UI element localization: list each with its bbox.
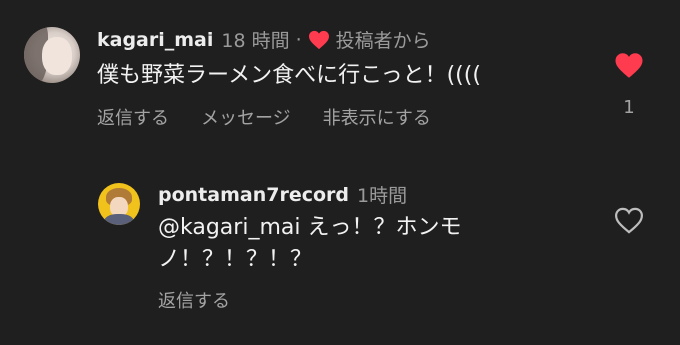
author-liked-label: 投稿者から: [335, 30, 431, 52]
like-control: [612, 207, 646, 234]
comment-text: @kagari_mai えっ！？ホンモノ！？！？！？: [158, 215, 462, 272]
comment-meta: kagari_mai 18 時間 · 投稿者から: [97, 26, 431, 53]
reply-button[interactable]: 返信する: [158, 287, 230, 313]
reply-button[interactable]: 返信する: [97, 104, 169, 130]
like-count: 1: [623, 97, 635, 118]
heart-icon: [308, 30, 329, 49]
heart-outline-icon[interactable]: [614, 207, 644, 234]
heart-filled-icon[interactable]: [614, 52, 644, 79]
hide-button[interactable]: 非表示にする: [323, 104, 431, 130]
username[interactable]: kagari_mai: [97, 29, 213, 51]
user-avatar[interactable]: [24, 27, 80, 83]
timestamp: 18 時間: [221, 30, 290, 52]
comment-item: kagari_mai 18 時間 · 投稿者から 僕も野菜ラーメン食べに行こっと…: [0, 0, 680, 150]
message-button[interactable]: メッセージ: [201, 104, 291, 130]
comment-actions: 返信する メッセージ 非表示にする: [97, 104, 431, 130]
timestamp: 1時間: [357, 185, 408, 207]
user-avatar[interactable]: [98, 183, 140, 225]
like-control: 1: [612, 52, 646, 118]
separator: ·: [295, 28, 302, 51]
comment-meta: pontaman7record 1時間: [158, 181, 407, 208]
username[interactable]: pontaman7record: [158, 184, 349, 206]
comment-actions: 返信する: [158, 287, 230, 313]
comment-text: 僕も野菜ラーメン食べに行こっと！((((: [97, 63, 481, 88]
